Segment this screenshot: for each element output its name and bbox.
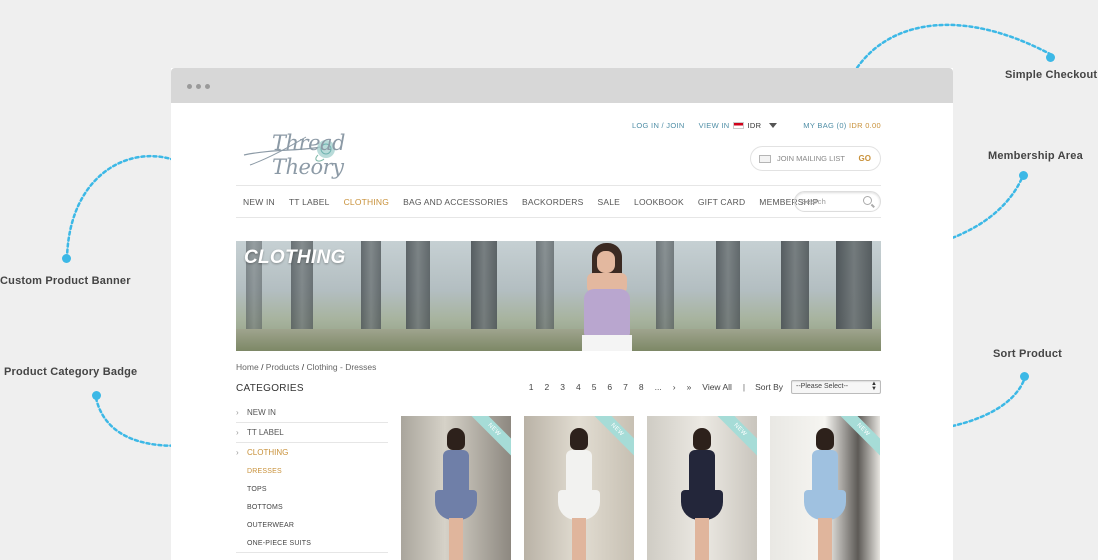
category-item-new-in[interactable]: › NEW IN	[236, 403, 388, 423]
category-label: NEW IN	[247, 408, 276, 417]
chevron-down-icon[interactable]	[769, 123, 778, 128]
page-link-4[interactable]: 4	[576, 382, 581, 392]
callout-custom-product-banner: Custom Product Banner	[0, 275, 131, 287]
search-placeholder: Search	[801, 197, 826, 206]
subcategory-item-bottoms[interactable]: BOTTOMS	[236, 499, 388, 517]
bag-amount: IDR 0.00	[849, 121, 881, 130]
chevron-right-icon: ›	[236, 428, 239, 437]
bag-label: MY BAG	[803, 121, 835, 130]
breadcrumb-home[interactable]: Home	[236, 362, 259, 372]
new-badge: NEW	[711, 416, 757, 459]
nav-item-tt-label[interactable]: TT LABEL	[289, 197, 330, 207]
product-image	[681, 428, 723, 560]
product-card[interactable]: NEW	[770, 416, 880, 560]
nav-item-gift-card[interactable]: GIFT CARD	[698, 197, 745, 207]
product-image	[804, 428, 846, 560]
subcategory-item-one-piece-suits[interactable]: ONE-PIECE SUITS	[236, 535, 388, 553]
callout-dot	[1019, 171, 1028, 180]
my-bag-link[interactable]: MY BAG (0) IDR 0.00	[803, 121, 881, 130]
view-in-label: VIEW IN	[698, 121, 730, 130]
currency-select[interactable]: IDR	[747, 121, 761, 130]
category-item-clothing[interactable]: › CLOTHING	[236, 443, 388, 463]
callout-product-category-badge: Product Category Badge	[4, 366, 138, 378]
chevron-right-icon: ›	[236, 448, 239, 457]
sort-by-label: Sort By	[755, 382, 783, 392]
nav-item-backorders[interactable]: BACKORDERS	[522, 197, 584, 207]
subcategory-item-dresses[interactable]: DRESSES	[236, 463, 388, 481]
subcategory-item-tops[interactable]: TOPS	[236, 481, 388, 499]
subcategory-item-outerwear[interactable]: OUTERWEAR	[236, 517, 388, 535]
callout-membership-area: Membership Area	[988, 150, 1083, 162]
browser-window: Thread Theory LOG IN / JOIN VIEW IN IDR …	[171, 68, 953, 560]
new-badge: NEW	[588, 416, 634, 459]
callout-dot	[92, 391, 101, 400]
sort-select[interactable]: --Please Select-- ▲ ▼	[791, 380, 881, 394]
nav-item-new-in[interactable]: NEW IN	[243, 197, 275, 207]
page-link-8[interactable]: 8	[639, 382, 644, 392]
page-next-icon[interactable]: ›	[673, 382, 676, 392]
window-controls[interactable]	[187, 84, 210, 89]
callout-dot	[1046, 53, 1055, 62]
sort-selected-value: --Please Select--	[796, 383, 849, 390]
category-item-tt-label[interactable]: › TT LABEL	[236, 423, 388, 443]
product-banner: CLOTHING	[236, 241, 881, 351]
select-arrows-icon: ▲ ▼	[871, 381, 877, 392]
breadcrumb: Home / Products / Clothing - Dresses	[236, 362, 377, 372]
category-label: CLOTHING	[247, 448, 289, 457]
logo-text: Thread Theory	[272, 131, 345, 179]
page-link-3[interactable]: 3	[560, 382, 565, 392]
product-card[interactable]: NEW	[647, 416, 757, 560]
page-last-icon[interactable]: »	[687, 382, 692, 392]
browser-title-bar	[171, 68, 953, 103]
banner-title: CLOTHING	[244, 247, 346, 268]
envelope-icon	[759, 154, 771, 163]
new-badge: NEW	[465, 416, 511, 459]
top-links: LOG IN / JOIN VIEW IN IDR MY BAG (0) IDR…	[632, 121, 881, 130]
banner-ground	[236, 329, 881, 351]
mailing-go-button[interactable]: GO	[859, 154, 871, 163]
nav-item-clothing[interactable]: CLOTHING	[344, 197, 390, 207]
pagination: 1 2 3 4 5 6 7 8 ... › » View All | Sort …	[529, 380, 881, 394]
page-link-7[interactable]: 7	[623, 382, 628, 392]
divider: |	[742, 382, 746, 392]
product-card[interactable]: NEW	[524, 416, 634, 560]
page-link-5[interactable]: 5	[592, 382, 597, 392]
page-link-1[interactable]: 1	[529, 382, 534, 392]
nav-item-bag-and-accessories[interactable]: BAG AND ACCESSORIES	[403, 197, 508, 207]
callout-sort-product: Sort Product	[993, 348, 1063, 360]
product-image	[558, 428, 600, 560]
product-grid: NEW NEW NEW NEW	[401, 416, 880, 560]
mailing-list-input[interactable]: JOIN MAILING LIST GO	[750, 146, 881, 171]
nav-item-lookbook[interactable]: LOOKBOOK	[634, 197, 684, 207]
product-image	[435, 428, 477, 560]
page-link-2[interactable]: 2	[544, 382, 549, 392]
categories-title: CATEGORIES	[236, 383, 304, 394]
search-icon[interactable]	[863, 196, 872, 205]
callout-dot	[62, 254, 71, 263]
site-logo[interactable]: Thread Theory	[242, 117, 392, 179]
chevron-right-icon: ›	[236, 408, 239, 417]
nav-item-sale[interactable]: SALE	[598, 197, 621, 207]
dress-skirt	[435, 490, 477, 520]
product-card[interactable]: NEW	[401, 416, 511, 560]
banner-model-image	[578, 241, 638, 351]
mailing-list-placeholder: JOIN MAILING LIST	[777, 154, 845, 163]
page-link-6[interactable]: 6	[607, 382, 612, 392]
callout-dot	[1020, 372, 1029, 381]
view-all-link[interactable]: View All	[702, 382, 732, 392]
breadcrumb-current: Clothing - Dresses	[306, 362, 377, 372]
bag-count: (0)	[836, 121, 847, 130]
flag-icon	[733, 122, 745, 129]
category-label: TT LABEL	[247, 428, 284, 437]
search-input[interactable]: Search	[794, 191, 881, 212]
breadcrumb-products[interactable]: Products	[266, 362, 300, 372]
callout-simple-checkout: Simple Checkout	[1005, 69, 1098, 81]
main-nav: NEW IN TT LABEL CLOTHING BAG AND ACCESSO…	[236, 185, 881, 218]
page-ellipsis: ...	[654, 382, 662, 392]
new-badge: NEW	[834, 416, 880, 459]
login-link[interactable]: LOG IN / JOIN	[632, 121, 685, 130]
category-list: › NEW IN › TT LABEL › CLOTHING DRESSES T…	[236, 403, 388, 553]
